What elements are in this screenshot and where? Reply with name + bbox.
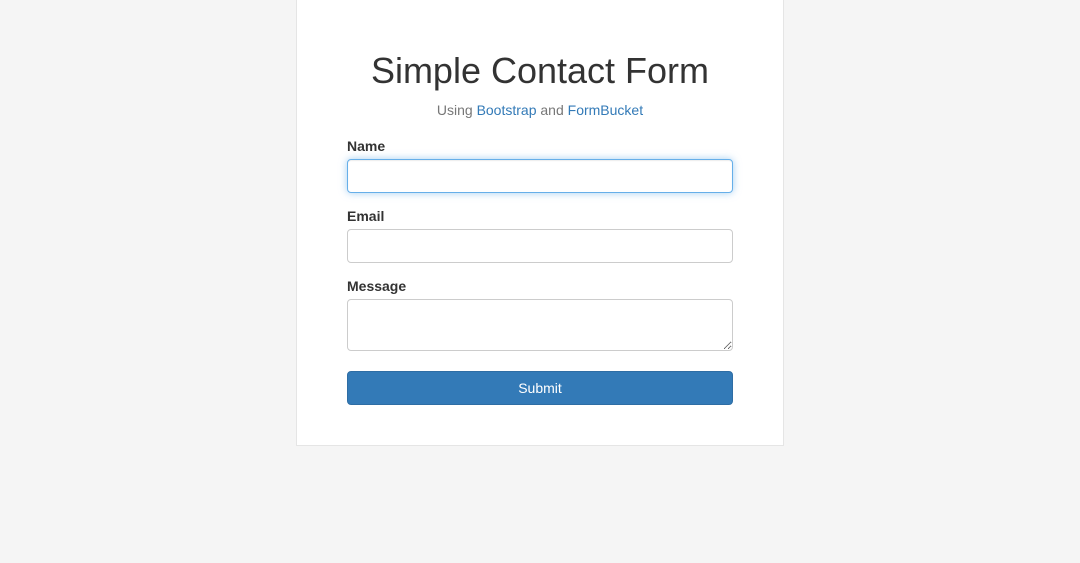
submit-button[interactable]: Submit [347,371,733,405]
name-group: Name [347,138,733,193]
name-input[interactable] [347,159,733,193]
subtitle-prefix: Using [437,102,477,118]
name-label: Name [347,138,733,154]
message-input[interactable] [347,299,733,351]
message-group: Message [347,278,733,351]
bootstrap-link[interactable]: Bootstrap [477,102,537,118]
subtitle-middle: and [537,102,568,118]
email-group: Email [347,208,733,263]
message-label: Message [347,278,733,294]
email-label: Email [347,208,733,224]
formbucket-link[interactable]: FormBucket [568,102,643,118]
email-input[interactable] [347,229,733,263]
form-subtitle: Using Bootstrap and FormBucket [347,102,733,118]
form-title: Simple Contact Form [347,50,733,92]
contact-form-card: Simple Contact Form Using Bootstrap and … [296,0,784,446]
